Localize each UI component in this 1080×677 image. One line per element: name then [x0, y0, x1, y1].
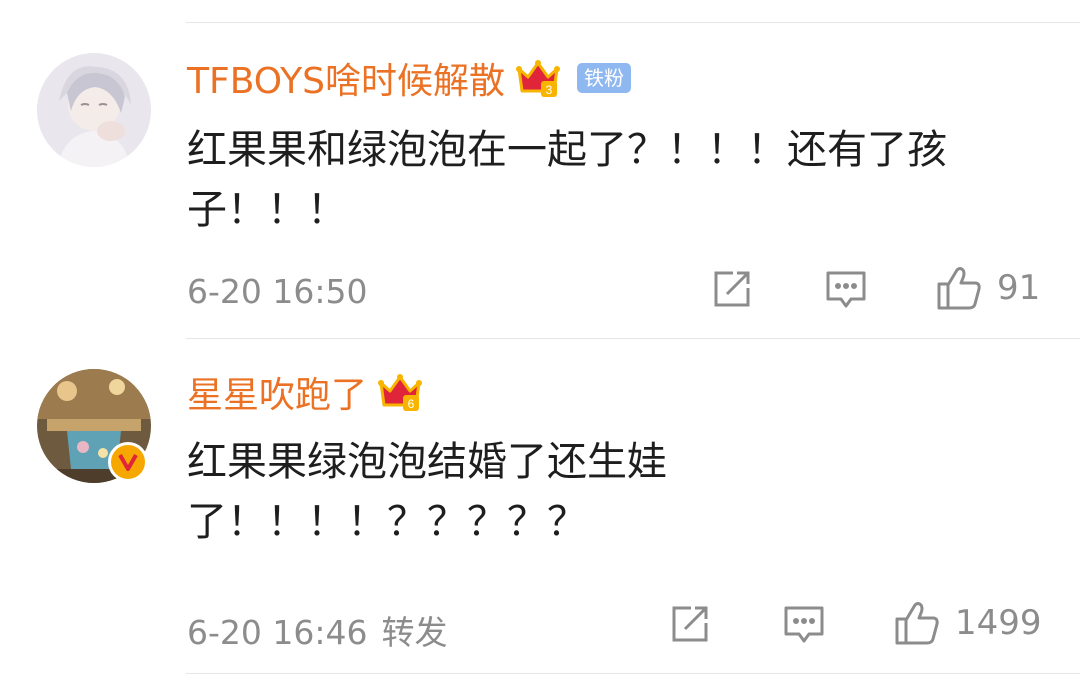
like-button[interactable]: 1499 — [893, 599, 1042, 647]
username[interactable]: TFBOYS啥时候解散 — [187, 52, 505, 104]
fan-badge: 铁粉 — [576, 63, 631, 93]
crown-level: 3 — [546, 83, 553, 97]
thumbs-up-icon — [937, 267, 981, 310]
bottom-divider — [186, 673, 1080, 674]
name-row: 星星吹跑了 6 — [187, 368, 423, 416]
username[interactable]: 星星吹跑了 — [187, 366, 367, 418]
share-square-arrow-icon — [714, 271, 750, 307]
comment-button[interactable] — [783, 605, 825, 645]
crown-icon: 3 — [515, 60, 560, 97]
top-divider — [186, 22, 1080, 23]
comment-meta: 6-20 16:50 — [187, 272, 368, 311]
comment-time: 6-20 16:46 — [187, 613, 368, 652]
comment-text: 红果果绿泡泡结婚了还生娃 了！！！！？？？？？ — [187, 439, 667, 545]
comment-button[interactable] — [825, 270, 867, 310]
repost-link[interactable]: 转发 — [382, 613, 448, 652]
crown-icon: 6 — [378, 374, 423, 411]
avatar[interactable] — [37, 53, 151, 167]
comment-divider — [186, 338, 1080, 339]
like-count: 91 — [997, 268, 1041, 308]
thumbs-up-icon — [895, 602, 939, 645]
crown-level: 6 — [408, 397, 415, 411]
share-button[interactable] — [711, 268, 753, 310]
like-count: 1499 — [955, 603, 1042, 643]
comment-bubble-icon — [826, 271, 866, 308]
comment-meta: 6-20 16:46 转发 — [187, 606, 448, 654]
comment-time: 6-20 16:50 — [187, 272, 368, 311]
verified-v-icon — [108, 442, 148, 482]
share-square-arrow-icon — [672, 606, 708, 642]
like-button[interactable]: 91 — [935, 264, 1040, 312]
share-button[interactable] — [669, 603, 711, 645]
comment-bubble-icon — [784, 606, 824, 643]
comment-text: 红果果和绿泡泡在一起了？！！！还有了孩 子！！！ — [187, 127, 947, 233]
name-row: TFBOYS啥时候解散 3 铁粉 — [187, 54, 631, 102]
